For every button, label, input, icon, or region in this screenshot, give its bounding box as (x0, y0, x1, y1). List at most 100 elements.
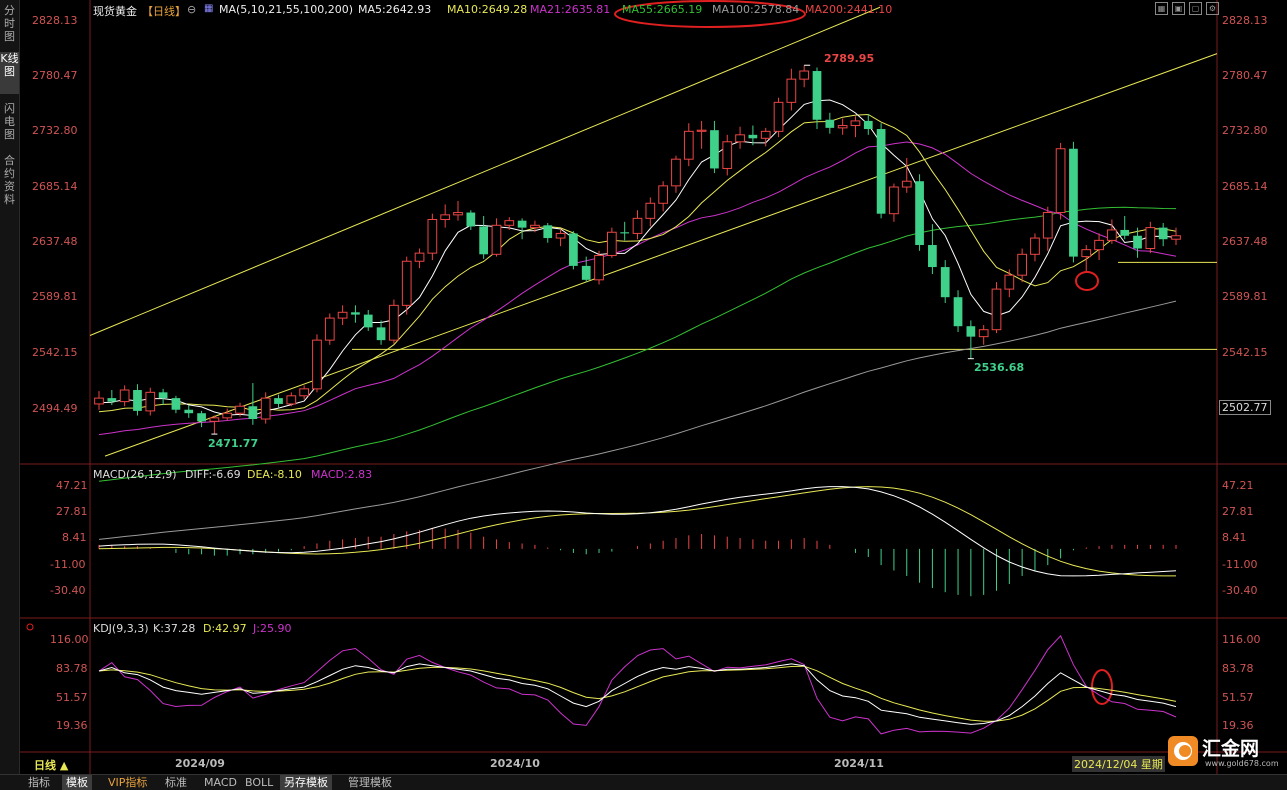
kdj-tick-left: 116.00 (50, 633, 89, 646)
candle-body (978, 329, 989, 338)
candle-body (235, 405, 245, 414)
candle-body (555, 232, 566, 239)
candle-body (171, 398, 181, 410)
candle-body (209, 417, 220, 422)
macd-dea: DEA:-8.10 (247, 468, 302, 481)
tab-template[interactable]: 模板 (62, 775, 92, 790)
indicator-icon[interactable]: ▦ (204, 3, 213, 14)
candle-body (1069, 148, 1078, 257)
kdj-tick-left: 51.57 (56, 691, 88, 704)
zoom-icon[interactable]: ⊖ (187, 3, 196, 16)
kdj-tick-left: 83.78 (56, 662, 88, 675)
candle-body (1004, 274, 1015, 290)
candle-body (337, 311, 348, 319)
date-tick: 2024/09 (175, 757, 225, 770)
tab-save-template[interactable]: 另存模板 (280, 775, 332, 790)
candle-body (491, 224, 502, 255)
macd-tick: -11.00 (1222, 558, 1258, 571)
candle-body (248, 406, 258, 420)
candle-body (1030, 237, 1040, 255)
last-price-tag: 2502.77 (1219, 400, 1271, 415)
candle-body (760, 130, 771, 139)
candle-body (876, 129, 886, 214)
candle-body (786, 78, 797, 103)
candle-body (645, 202, 656, 219)
candle-body (312, 339, 322, 390)
candle-body (1042, 212, 1053, 239)
candle-body (440, 214, 451, 220)
layout-icon[interactable]: ▣ (1172, 2, 1185, 15)
tab-manage-template[interactable]: 管理模板 (344, 775, 396, 790)
grid-icon[interactable]: ▦ (1155, 2, 1168, 15)
kdj-j-line (98, 634, 1177, 735)
kdj-k-line (98, 663, 1177, 725)
kdj-d-line (98, 665, 1177, 722)
candle-body (351, 312, 360, 315)
candle-body (274, 398, 283, 404)
candle-body (414, 252, 425, 262)
candle-body (94, 397, 104, 405)
candle-body (543, 225, 553, 239)
tab-boll[interactable]: BOLL (241, 775, 277, 790)
candle-body (850, 120, 861, 127)
tab-indicator[interactable]: 指标 (24, 775, 54, 790)
highlight-price-ellipse (1075, 271, 1099, 291)
trend-channel-upper (89, 6, 881, 336)
kdj-tick: 83.78 (1222, 662, 1254, 675)
ma100-value: MA100:2578.84 (712, 3, 800, 16)
candle-body (453, 212, 463, 216)
price-tick: 2685.14 (1222, 180, 1268, 193)
tab-vip-indicator[interactable]: VIP指标 (104, 775, 151, 790)
tab-standard[interactable]: 标准 (161, 775, 191, 790)
macd-tick: 8.41 (1222, 531, 1247, 544)
logo-mark (1168, 736, 1198, 766)
kdj-tick: 19.36 (1222, 719, 1254, 732)
candle-body (837, 125, 848, 129)
candle-body (1081, 249, 1092, 258)
tab-macd[interactable]: MACD (200, 775, 241, 790)
candle-body (1133, 235, 1142, 249)
candle-body (940, 267, 950, 298)
candle-body (1158, 227, 1168, 240)
candle-body (389, 304, 399, 341)
candle-body (581, 265, 591, 280)
candle-body (1017, 253, 1028, 276)
candle-body (504, 220, 515, 226)
highlight-kdj-ellipse (1091, 669, 1113, 705)
candle-body (569, 233, 578, 266)
ma10-value: MA10:2649.28 (447, 3, 528, 16)
candle-body (991, 288, 1002, 331)
kdj-pane-marker (26, 623, 34, 631)
candle-body (530, 224, 540, 229)
kdj-j: J:25.90 (253, 622, 292, 635)
chart-canvas[interactable] (0, 0, 1287, 790)
candle-body (1055, 148, 1066, 214)
ma55-value: MA55:2665.19 (622, 3, 703, 16)
candle-body (401, 260, 412, 306)
diff-line (98, 486, 1177, 577)
ma21-value: MA21:2635.81 (530, 3, 611, 16)
candle-body (517, 220, 527, 228)
candle-body (1120, 229, 1130, 236)
candle-body (812, 71, 822, 120)
candle-body (324, 317, 335, 341)
price-tick: 2732.80 (1222, 124, 1268, 137)
window-icon[interactable]: ▢ (1189, 2, 1202, 15)
ma21-line (98, 141, 1177, 436)
period-selector[interactable]: 日线 ▲ (34, 757, 68, 773)
macd-tick-left: -11.00 (50, 558, 86, 571)
price-tick: 2542.15 (1222, 346, 1268, 359)
candle-body (953, 297, 963, 327)
trend-channel-lower (104, 53, 1218, 457)
ma5-value: MA5:2642.93 (358, 3, 432, 16)
candle-body (735, 134, 745, 143)
candle-body (427, 218, 438, 254)
kdj-tick: 116.00 (1222, 633, 1261, 646)
candle-body (632, 217, 643, 234)
candle-body (1145, 227, 1156, 249)
candle-body (620, 232, 630, 234)
logo-text: 汇金网 (1202, 738, 1260, 760)
candle-body (594, 254, 604, 281)
candle-body (863, 120, 873, 130)
settings-icon[interactable]: ⚙ (1206, 2, 1219, 15)
